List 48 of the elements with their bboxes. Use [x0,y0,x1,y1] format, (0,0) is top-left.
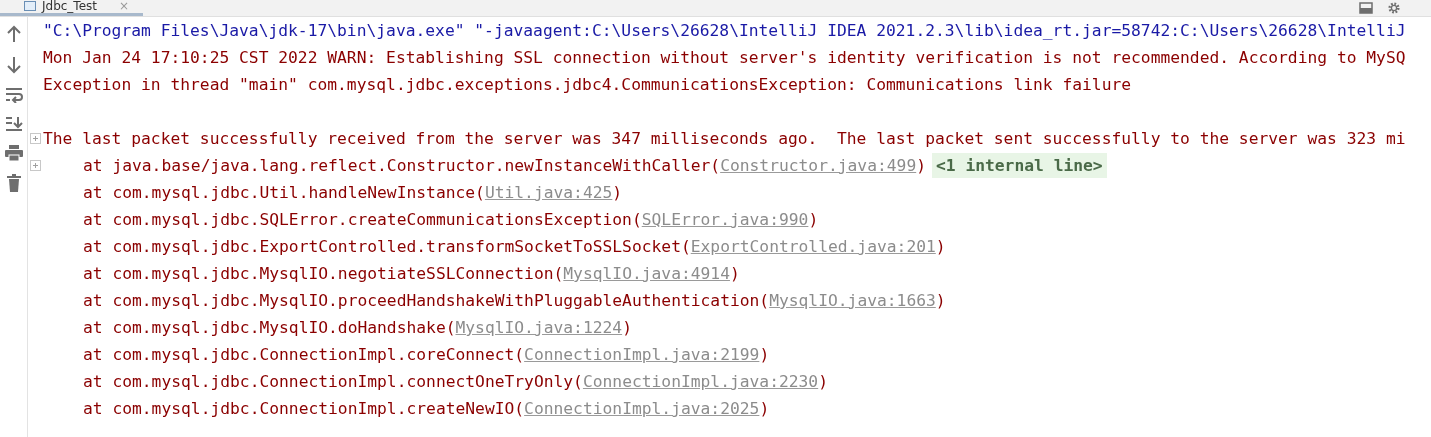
down-arrow-icon[interactable] [5,56,22,74]
source-link[interactable]: Util.java:425 [484,183,613,202]
console-output-line: The last packet successfully received from the server was 347 milliseconds ago. The last packet sent successfully to the server was 323 mi [43,129,1406,148]
stack-frame-text: at com.mysql.jdbc.MysqlIO.doHandshake( [83,318,456,337]
stack-frame-text: at com.mysql.jdbc.MysqlIO.negotiateSSLConnection( [83,264,564,283]
console-tab[interactable]: Jdbc_Test × [0,0,144,16]
expand-fold-icon[interactable] [30,133,41,144]
expand-fold-icon[interactable] [30,160,41,171]
window-icon [24,1,36,11]
print-icon[interactable] [4,145,23,161]
paren-text: ) [916,156,926,175]
stack-frame-text: at com.mysql.jdbc.ConnectionImpl.connectOneTryOnly( [83,372,583,391]
internal-lines-badge[interactable]: <1 internal line> [932,153,1107,178]
source-link[interactable]: SQLError.java:990 [641,210,809,229]
source-link[interactable]: MysqlIO.java:1224 [455,318,623,337]
paren-text: ) [759,399,770,418]
up-arrow-icon[interactable] [5,25,22,43]
source-link[interactable]: ConnectionImpl.java:2025 [524,399,760,418]
paren-text: ) [935,237,946,256]
paren-text: ) [759,345,770,364]
console-output-line: Exception in thread "main" com.mysql.jdbc.exceptions.jdbc4.CommunicationsException: Communications link failure [43,75,1132,94]
stack-frame-text: at com.mysql.jdbc.Util.handleNewInstance( [83,183,485,202]
console-output-line: Mon Jan 24 17:10:25 CST 2022 WARN: Establishing SSL connection without server's identity verification is not recommended. According to MySQ [43,48,1406,67]
close-tab-button[interactable]: × [119,0,130,13]
paren-text: ) [808,210,819,229]
layout-icon[interactable] [1359,2,1373,14]
source-link[interactable]: ExportControlled.java:201 [690,237,936,256]
stack-frame-text: at com.mysql.jdbc.ConnectionImpl.createNewIO( [83,399,525,418]
source-link[interactable]: Constructor.java:499 [720,156,917,175]
source-link[interactable]: MysqlIO.java:4914 [563,264,730,283]
paren-text: ) [612,183,623,202]
paren-text: ) [935,291,946,310]
source-link[interactable]: MysqlIO.java:1663 [769,291,936,310]
settings-icon[interactable] [1387,2,1401,14]
trash-icon[interactable] [5,174,22,192]
source-link[interactable]: ConnectionImpl.java:2230 [582,372,819,391]
paren-text: ) [818,372,828,391]
scroll-to-end-icon[interactable] [4,116,23,132]
stack-frame-text: at com.mysql.jdbc.MysqlIO.proceedHandshakeWithPluggableAuthentication( [83,291,770,310]
paren-text: ) [622,318,632,337]
paren-text: ) [729,264,740,283]
source-link[interactable]: ConnectionImpl.java:2199 [524,345,760,364]
stack-frame-text: at java.base/java.lang.reflect.Constructor.newInstanceWithCaller( [83,156,721,175]
console-output-line: "C:\Program Files\Java\jdk-17\bin\java.exe" "-javaagent:C:\Users\26628\IntelliJ IDEA 2021.2.3\lib\idea_rt.jar=58742:C:\Users\26628\IntelliJ [43,21,1406,40]
stack-frame-text: at com.mysql.jdbc.ExportControlled.transformSocketToSSLSocket( [83,237,691,256]
stack-frame-text: at com.mysql.jdbc.ConnectionImpl.coreConnect( [83,345,525,364]
soft-wrap-icon[interactable] [4,87,23,103]
stack-frame-text: at com.mysql.jdbc.SQLError.createCommunicationsException( [83,210,642,229]
